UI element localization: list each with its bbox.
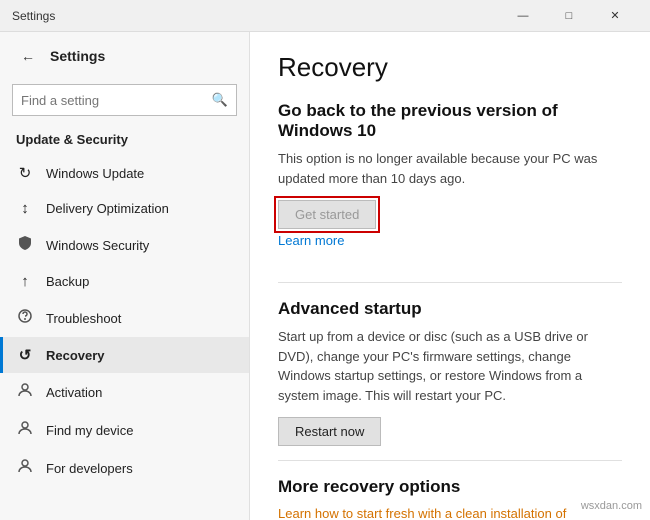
sidebar-item-activation[interactable]: Activation [0,373,249,411]
search-icon: 🔍 [212,92,228,108]
sidebar-item-label: Windows Update [46,166,144,181]
sidebar-item-windows-security[interactable]: Windows Security [0,226,249,264]
section1-description: This option is no longer available becau… [278,149,622,188]
close-button[interactable]: ✕ [592,0,638,32]
sidebar-item-delivery-optimization[interactable]: ↕ Delivery Optimization [0,191,249,226]
sidebar-item-label: Windows Security [46,238,149,253]
delivery-optimization-icon: ↕ [16,200,34,217]
sidebar-item-for-developers[interactable]: For developers [0,449,249,487]
maximize-button[interactable]: □ [546,0,592,32]
restart-now-button[interactable]: Restart now [278,417,381,446]
recovery-icon: ↺ [16,346,34,364]
get-started-button[interactable]: Get started [278,200,376,229]
section1-title: Go back to the previous version of Windo… [278,101,622,141]
sidebar-top: ← Settings [0,32,249,80]
sidebar-item-backup[interactable]: ↑ Backup [0,264,249,299]
for-developers-icon [16,458,34,478]
sidebar-item-label: For developers [46,461,133,476]
find-my-device-icon [16,420,34,440]
search-input[interactable] [21,93,206,108]
troubleshoot-icon [16,308,34,328]
learn-more-link[interactable]: Learn more [278,233,344,248]
search-box[interactable]: 🔍 [12,84,237,116]
sidebar-item-label: Find my device [46,423,133,438]
app-body: ← Settings 🔍 Update & Security ↻ Windows… [0,32,650,520]
sidebar-item-label: Recovery [46,348,105,363]
page-title: Recovery [278,52,622,83]
windows-update-icon: ↻ [16,164,34,182]
section-divider-2 [278,460,622,461]
activation-icon [16,382,34,402]
minimize-button[interactable]: — [500,0,546,32]
titlebar-controls: — □ ✕ [500,0,638,32]
sidebar-item-find-my-device[interactable]: Find my device [0,411,249,449]
clean-install-link[interactable]: Learn how to start fresh with a clean in… [278,506,566,520]
back-button[interactable]: ← [14,42,42,70]
titlebar: Settings — □ ✕ [0,0,650,32]
section3-title: More recovery options [278,477,622,497]
sidebar-item-label: Troubleshoot [46,311,121,326]
content-area: Recovery Go back to the previous version… [250,32,650,520]
sidebar-app-title: Settings [50,48,105,64]
titlebar-title: Settings [12,9,500,23]
backup-icon: ↑ [16,273,34,290]
section-divider-1 [278,282,622,283]
sidebar-item-label: Activation [46,385,102,400]
sidebar-item-recovery[interactable]: ↺ Recovery [0,337,249,373]
sidebar-section-label: Update & Security [0,126,249,155]
section2-description: Start up from a device or disc (such as … [278,327,622,405]
sidebar: ← Settings 🔍 Update & Security ↻ Windows… [0,32,250,520]
windows-security-icon [16,235,34,255]
sidebar-item-troubleshoot[interactable]: Troubleshoot [0,299,249,337]
sidebar-item-label: Delivery Optimization [46,201,169,216]
sidebar-item-windows-update[interactable]: ↻ Windows Update [0,155,249,191]
section2-title: Advanced startup [278,299,622,319]
sidebar-item-label: Backup [46,274,89,289]
